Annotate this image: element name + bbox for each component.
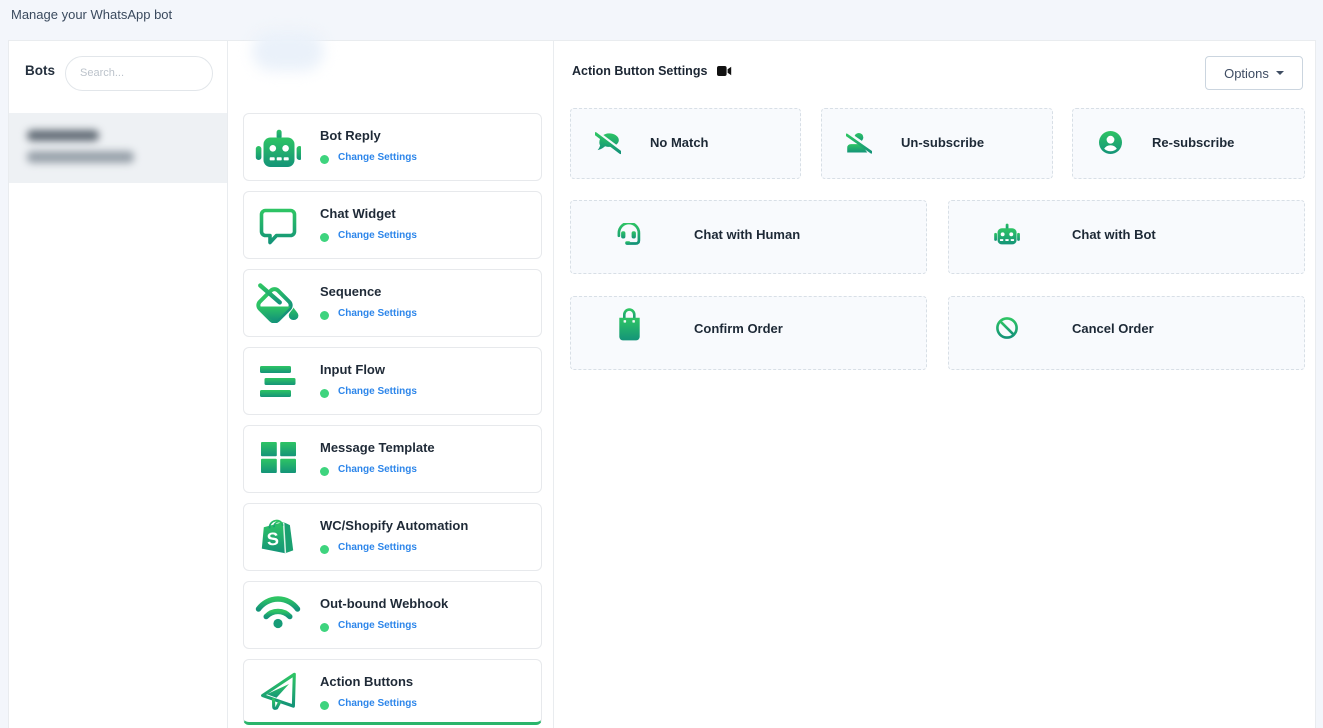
svg-text:S: S <box>266 528 279 549</box>
